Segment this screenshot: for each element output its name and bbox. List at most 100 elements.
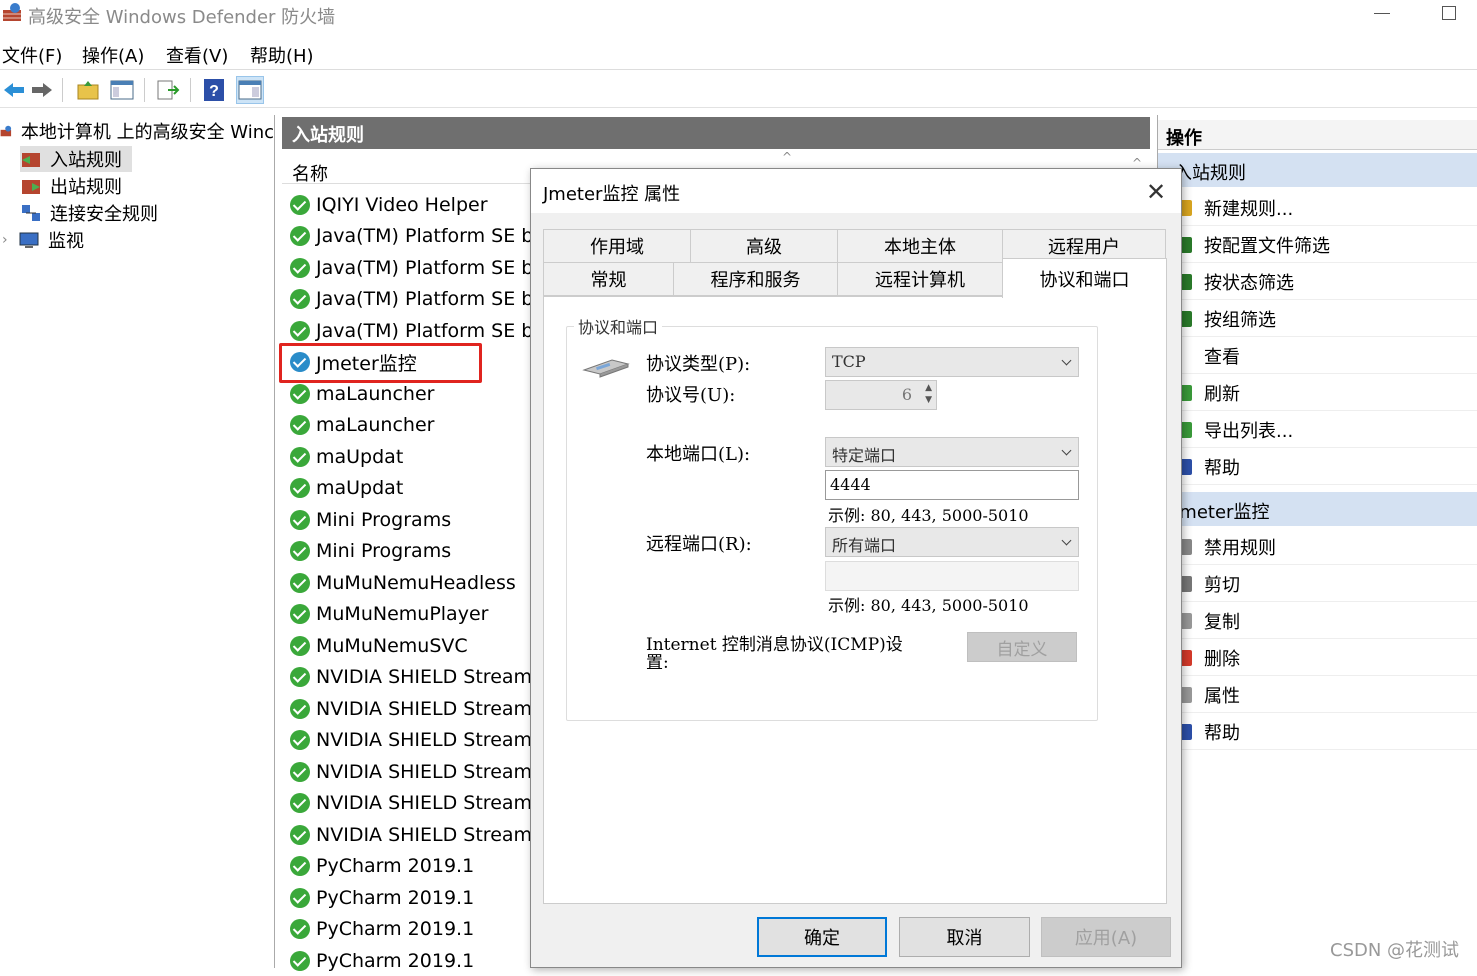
action-item[interactable]: 复制 — [1180, 602, 1477, 639]
tree-item-connection-security[interactable]: 连接安全规则 — [20, 200, 158, 226]
up-folder-button[interactable] — [74, 76, 102, 104]
list-item[interactable]: maUpdat — [290, 473, 530, 504]
list-item[interactable]: Java(TM) Platform SE binar — [290, 221, 530, 252]
list-item[interactable]: Java(TM) Platform SE binar — [290, 252, 530, 283]
tab-protocols-ports[interactable]: 协议和端口 — [1002, 258, 1167, 298]
back-arrow-icon — [4, 83, 24, 97]
action-item[interactable]: 按组筛选 — [1180, 300, 1477, 337]
menu-view[interactable]: 查看(V) — [166, 42, 228, 68]
export-list-button[interactable] — [154, 76, 182, 104]
list-item[interactable]: maUpdat — [290, 441, 530, 472]
protocol-number-label: 协议号(U): — [646, 385, 736, 406]
help-button[interactable]: ? — [200, 76, 228, 104]
ok-button[interactable]: 确定 — [757, 917, 887, 957]
column-name[interactable]: 名称 — [292, 160, 328, 186]
minimize-button[interactable] — [1370, 0, 1400, 28]
rule-enabled-icon — [290, 572, 310, 593]
action-item[interactable]: 剪切 — [1180, 565, 1477, 602]
local-port-select[interactable]: 特定端口 — [825, 437, 1079, 467]
monitor-icon — [19, 232, 39, 248]
dialog-title: Jmeter监控 属性 — [543, 184, 681, 205]
list-item[interactable]: maLauncher — [290, 410, 530, 441]
action-item[interactable]: 禁用规则 — [1180, 528, 1477, 565]
show-hide-tree-button[interactable] — [108, 76, 136, 104]
back-button[interactable] — [0, 76, 28, 104]
tab-scope[interactable]: 作用域 — [543, 229, 691, 263]
list-item[interactable]: Mini Programs — [290, 536, 530, 567]
rule-name: MuMuNemuHeadless — [316, 571, 516, 594]
list-item[interactable]: IQIYI Video Helper — [290, 189, 530, 220]
remote-port-input[interactable] — [825, 561, 1079, 591]
local-port-value: 特定端口 — [832, 446, 897, 465]
rule-enabled-icon — [290, 320, 310, 341]
tree-item-label: 出站规则 — [50, 177, 122, 198]
tab-programs-services[interactable]: 程序和服务 — [673, 262, 838, 296]
expand-chevron-icon[interactable]: › — [2, 232, 18, 248]
action-item[interactable]: 删除 — [1180, 639, 1477, 676]
action-item[interactable]: 属性 — [1180, 676, 1477, 713]
list-item[interactable]: NVIDIA SHIELD Streaming — [290, 693, 530, 724]
action-item[interactable]: 按配置文件筛选 — [1180, 226, 1477, 263]
local-port-example: 示例: 80, 443, 5000-5010 — [828, 506, 1029, 525]
rule-enabled-icon — [290, 698, 310, 719]
tree-root-label: 本地计算机 上的高级安全 Winc — [20, 122, 274, 143]
protocol-number-spinner[interactable]: 6 ▲ ▼ — [825, 380, 937, 410]
tree-item-outbound-rules[interactable]: 出站规则 — [20, 173, 122, 199]
action-label: 帮助 — [1204, 723, 1240, 744]
actions-title: 操作 — [1158, 120, 1477, 150]
action-item[interactable]: 帮助 — [1180, 448, 1477, 485]
list-item[interactable]: Java(TM) Platform SE binar — [290, 315, 530, 346]
list-item[interactable]: NVIDIA SHIELD Streaming — [290, 725, 530, 756]
list-item[interactable]: PyCharm 2019.1 — [290, 882, 530, 913]
action-item[interactable]: 查看 — [1180, 337, 1477, 374]
list-item[interactable]: PyCharm 2019.1 — [290, 851, 530, 882]
tree-item-monitoring[interactable]: › 监视 — [2, 227, 84, 253]
menu-help[interactable]: 帮助(H) — [250, 42, 314, 68]
action-item[interactable]: 新建规则... — [1180, 189, 1477, 226]
list-item[interactable]: NVIDIA SHIELD Streaming — [290, 756, 530, 787]
list-item[interactable]: NVIDIA SHIELD Streaming — [290, 819, 530, 850]
protocol-type-select[interactable]: TCP — [825, 347, 1079, 377]
remote-port-select[interactable]: 所有端口 — [825, 527, 1079, 557]
menu-file[interactable]: 文件(F) — [2, 42, 62, 68]
list-item[interactable]: PyCharm 2019.1 — [290, 914, 530, 945]
action-item[interactable]: 导出列表... — [1180, 411, 1477, 448]
list-item[interactable]: PyCharm 2019.1 — [290, 945, 530, 976]
tree-item-inbound-rules[interactable]: 入站规则 — [20, 146, 132, 172]
local-port-input[interactable]: 4444 — [825, 470, 1079, 500]
cancel-button[interactable]: 取消 — [899, 917, 1030, 957]
show-action-pane-button[interactable] — [236, 76, 264, 104]
action-item[interactable]: 帮助 — [1180, 713, 1477, 750]
list-item[interactable]: NVIDIA SHIELD Streaming — [290, 788, 530, 819]
dialog-close-button[interactable]: ✕ — [1140, 176, 1172, 208]
list-item[interactable]: Mini Programs — [290, 504, 530, 535]
spinner-arrows-icon[interactable]: ▲ ▼ — [925, 382, 932, 406]
rule-enabled-icon — [290, 478, 310, 498]
menu-bar: 文件(F) 操作(A) 查看(V) 帮助(H) — [0, 38, 1477, 70]
list-item[interactable]: MuMuNemuHeadless — [290, 567, 530, 598]
list-item[interactable]: NVIDIA SHIELD Streaming — [290, 662, 530, 693]
action-item[interactable]: 刷新 — [1180, 374, 1477, 411]
action-item[interactable]: 按状态筛选 — [1180, 263, 1477, 300]
tab-general[interactable]: 常规 — [543, 262, 674, 296]
forward-button[interactable] — [28, 76, 56, 104]
inbound-rules-icon — [22, 153, 40, 167]
list-item[interactable]: MuMuNemuPlayer — [290, 599, 530, 630]
maximize-button[interactable] — [1436, 0, 1466, 28]
actions-group-rule[interactable]: Jmeter监控 — [1158, 492, 1477, 526]
action-label: 按配置文件筛选 — [1204, 236, 1330, 257]
menu-action[interactable]: 操作(A) — [82, 42, 144, 68]
apply-button[interactable]: 应用(A) — [1041, 917, 1171, 957]
list-item[interactable]: Java(TM) Platform SE binar — [290, 284, 530, 315]
tree-item-label: 连接安全规则 — [50, 204, 158, 225]
customize-button[interactable]: 自定义 — [967, 632, 1077, 662]
tab-advanced[interactable]: 高级 — [690, 229, 838, 263]
help-icon: ? — [204, 79, 224, 101]
tree-root[interactable]: 本地计算机 上的高级安全 Winc — [0, 118, 274, 144]
list-item[interactable]: MuMuNemuSVC — [290, 630, 530, 661]
tab-remote-computers[interactable]: 远程计算机 — [837, 262, 1003, 296]
actions-group-inbound[interactable]: 入站规则 — [1158, 153, 1477, 187]
rule-enabled-icon — [290, 415, 310, 435]
rule-name: NVIDIA SHIELD Streaming — [316, 792, 530, 814]
tab-local-principals[interactable]: 本地主体 — [837, 229, 1003, 263]
